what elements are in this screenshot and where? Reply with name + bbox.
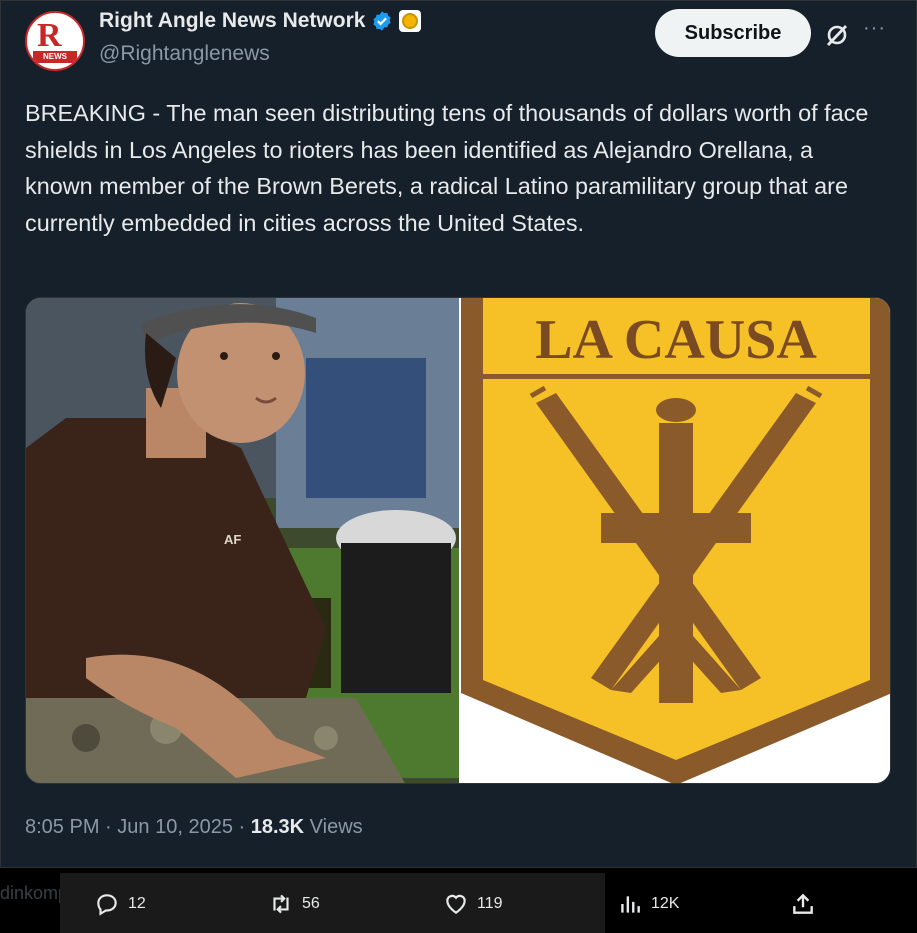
la-causa-emblem-image[interactable]: LA CAUSA [461,298,891,784]
more-options-icon[interactable]: ··· [863,17,886,40]
analytics-icon [621,896,640,913]
share-button[interactable] [790,891,816,917]
avatar-logo-banner: NEWS [33,51,77,63]
affiliate-badge-icon [399,10,422,32]
photo-man-image[interactable]: AF [26,298,459,784]
display-name[interactable]: Right Angle News Network [99,9,365,33]
like-count: 119 [477,895,503,912]
avatar-logo-letter: R [37,17,62,54]
post-meta: 8:05 PM · Jun 10, 2025 · 18.3K Views [25,816,363,839]
share-icon [793,893,813,914]
post-date[interactable]: Jun 10, 2025 [117,816,233,838]
views-action-count: 12K [651,895,680,912]
name-row: Right Angle News Network [99,9,422,33]
action-bar: dinkompu 12 56 119 12K [0,873,917,933]
media-grid[interactable]: AF LA CAUSA [25,297,891,784]
meta-separator: · [105,816,112,838]
reply-count: 12 [128,895,146,912]
meta-separator: · [238,816,246,838]
repost-count: 56 [302,895,320,912]
like-button[interactable]: 119 [443,891,503,917]
post-card: R NEWS Right Angle News Network @Rightan… [0,0,917,868]
repost-button[interactable]: 56 [268,891,320,917]
account-handle[interactable]: @Rightanglenews [99,42,270,66]
heart-icon [446,894,466,914]
subscribe-button[interactable]: Subscribe [655,9,811,57]
reply-button[interactable]: 12 [94,891,146,917]
post-time[interactable]: 8:05 PM [25,816,99,838]
views-label: Views [309,816,363,838]
tweet-text: BREAKING - The man seen distributing ten… [25,100,869,236]
views-count: 18.3K [250,816,305,838]
grok-icon[interactable] [823,21,851,49]
account-avatar[interactable]: R NEWS [25,11,85,71]
shirt-text: AF [224,532,241,547]
emblem-title: LA CAUSA [535,309,817,371]
reply-icon [97,894,117,916]
repost-icon [273,894,289,914]
verified-badge-icon [373,11,392,31]
views-button[interactable]: 12K [617,891,679,917]
